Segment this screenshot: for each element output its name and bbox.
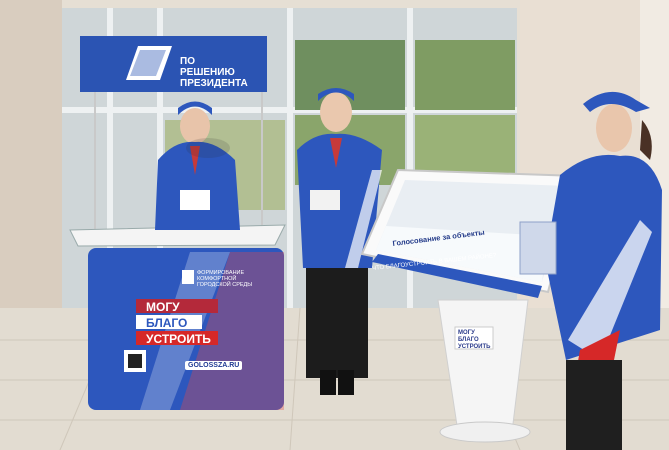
podium-logo-line2: БЛАГО (146, 316, 188, 330)
event-photo: ПО РЕШЕНИЮ ПРЕЗИДЕНТА ФОРМИРОВАНИЕ КОМФО… (0, 0, 669, 450)
podium-program-text: ФОРМИРОВАНИЕ КОМФОРТНОЙ ГОРОДСКОЙ СРЕДЫ (197, 270, 253, 288)
podium-logo-line1: МОГУ (146, 300, 180, 314)
podium-url: GOLOSSZA.RU (185, 361, 243, 370)
podium-logo-line3: УСТРОИТЬ (146, 332, 211, 346)
scene-drawing (0, 0, 669, 450)
kiosk-stand-logo: МОГУ БЛАГО УСТРОИТЬ (458, 330, 491, 350)
banner-subtitle: ПО РЕШЕНИЮ ПРЕЗИДЕНТА (180, 56, 248, 89)
